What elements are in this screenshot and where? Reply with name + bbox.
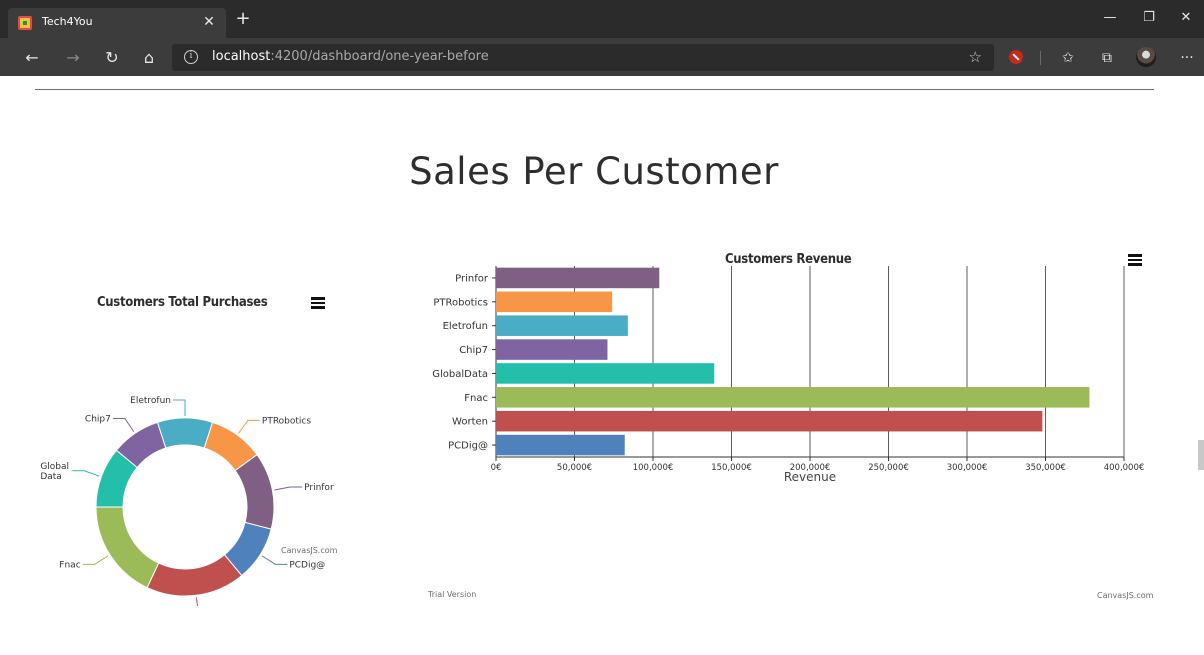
tracking-blocked-icon[interactable] — [1009, 50, 1023, 64]
x-tick-label: 150,000€ — [711, 463, 752, 473]
bar[interactable] — [496, 291, 613, 313]
bar[interactable] — [496, 339, 608, 360]
y-category-label: Prinfor — [455, 273, 489, 284]
x-tick-label: 250,000€ — [868, 463, 909, 473]
new-tab-button[interactable]: + — [234, 10, 252, 29]
minimize-button[interactable]: — — [1096, 8, 1124, 28]
profile-avatar[interactable] — [1136, 47, 1156, 67]
bar-chart-trial-label: Trial Version — [428, 590, 477, 599]
y-category-label: PCDig@ — [448, 441, 488, 452]
browser-tab[interactable]: Tech4You ✕ — [8, 8, 226, 38]
more-menu-icon[interactable]: ··· — [1176, 47, 1198, 69]
x-tick-label: 400,000€ — [1104, 463, 1145, 473]
collections-icon[interactable]: ⧉ — [1096, 47, 1118, 69]
tab-close-icon[interactable]: ✕ — [200, 13, 218, 31]
address-bar[interactable]: i localhost:4200/dashboard/one-year-befo… — [172, 44, 994, 71]
page-content: Sales Per Customer Customers Total Purch… — [0, 76, 1204, 655]
y-category-label: GlobalData — [432, 369, 488, 380]
url-host: localhost — [212, 49, 271, 64]
site-favicon-icon — [18, 16, 32, 30]
title-bar: Tech4You ✕ + — ❐ ✕ — [0, 0, 1204, 38]
url-text[interactable]: localhost:4200/dashboard/one-year-before — [212, 49, 489, 64]
tab-title: Tech4You — [42, 15, 93, 28]
y-category-label: Fnac — [464, 393, 488, 404]
home-button[interactable]: ⌂ — [138, 47, 160, 69]
y-category-label: Chip7 — [459, 345, 488, 356]
horizontal-rule — [35, 89, 1154, 90]
back-button[interactable]: ← — [21, 47, 43, 69]
x-tick-label: 100,000€ — [633, 463, 674, 473]
restore-button[interactable]: ❐ — [1135, 8, 1163, 28]
bar[interactable] — [496, 363, 715, 384]
forward-button[interactable]: → — [62, 47, 84, 69]
bar[interactable] — [496, 387, 1090, 408]
y-category-label: PTRobotics — [433, 297, 488, 308]
x-tick-label: 300,000€ — [947, 463, 988, 473]
favorite-star-icon[interactable]: ☆ — [969, 48, 982, 66]
close-window-button[interactable]: ✕ — [1172, 8, 1200, 28]
toolbar-separator — [1040, 51, 1041, 65]
favorites-icon[interactable]: ✩ — [1057, 47, 1079, 69]
page-title: Sales Per Customer — [409, 150, 779, 193]
bar[interactable] — [496, 315, 628, 336]
bar[interactable] — [496, 410, 1043, 432]
browser-window: Tech4You ✕ + — ❐ ✕ ← → ↻ ⌂ i localhost:4… — [0, 0, 1204, 655]
bar[interactable] — [496, 267, 660, 289]
x-tick-label: 0€ — [491, 463, 502, 473]
x-tick-label: 350,000€ — [1025, 463, 1066, 473]
bar[interactable] — [496, 434, 625, 456]
x-tick-label: 50,000€ — [557, 463, 592, 473]
site-info-icon[interactable]: i — [184, 50, 198, 64]
url-path: :4200/dashboard/one-year-before — [270, 49, 489, 64]
y-category-label: Eletrofun — [443, 321, 488, 332]
refresh-button[interactable]: ↻ — [101, 47, 123, 69]
navigation-bar: ← → ↻ ⌂ i localhost:4200/dashboard/one-y… — [0, 38, 1204, 76]
x-axis-label: Revenue — [784, 470, 836, 484]
bar-chart-watermark: CanvasJS.com — [1097, 591, 1154, 600]
y-category-label: Worten — [452, 417, 488, 428]
bar-chart-svg: 0€ 50,000€ 100,000€ 150,000€ 200,000€ 250,000… — [432, 266, 1145, 484]
